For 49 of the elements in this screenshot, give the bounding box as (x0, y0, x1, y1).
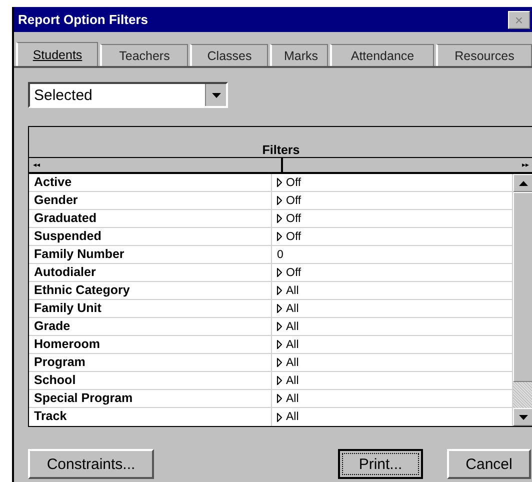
filter-name: Autodialer (29, 264, 272, 281)
filter-name: Track (29, 408, 272, 426)
filter-name: Family Number (29, 246, 272, 263)
filter-value[interactable]: Off (286, 176, 302, 188)
filter-value[interactable]: All (286, 302, 299, 314)
column-title: Filters (262, 143, 300, 157)
scroll-up-button[interactable] (513, 174, 532, 192)
window-title: Report Option Filters (18, 12, 148, 27)
filter-value[interactable]: All (286, 392, 299, 404)
filter-name: Family Unit (29, 300, 272, 317)
filter-name: Program (29, 354, 272, 371)
dialog-button[interactable]: Cancel (447, 449, 531, 479)
filter-value[interactable]: All (286, 338, 299, 350)
filter-value[interactable]: Off (286, 266, 302, 278)
filter-value[interactable]: All (286, 411, 299, 423)
dropdown-button[interactable] (205, 84, 226, 106)
filter-value[interactable]: Off (286, 230, 302, 242)
triangle-icon (277, 412, 282, 422)
filter-name: Ethnic Category (29, 282, 272, 299)
filter-value[interactable]: Off (286, 194, 302, 206)
dialog-button[interactable]: Print... (338, 449, 423, 479)
filter-name: School (29, 372, 272, 389)
filter-value[interactable]: Off (286, 212, 302, 224)
tab[interactable]: Marks (270, 44, 328, 66)
filter-value[interactable]: All (286, 284, 299, 296)
filter-value[interactable]: All (286, 374, 299, 386)
tab[interactable]: Attendance (330, 44, 434, 66)
scroll-thumb[interactable] (513, 192, 532, 382)
filter-name: Suspended (29, 228, 272, 245)
filter-value[interactable]: All (286, 320, 299, 332)
dialog-button[interactable]: Constraints... (28, 449, 154, 479)
filter-name: Gender (29, 192, 272, 209)
filter-value[interactable]: All (286, 356, 299, 368)
filter-name: Active (29, 174, 272, 191)
filter-name: Special Program (29, 390, 272, 407)
up-arrow-icon (518, 180, 528, 186)
tab[interactable]: Teachers (100, 44, 188, 66)
tab[interactable]: Students (16, 42, 98, 66)
tab[interactable]: Classes (190, 44, 268, 66)
scroll-down-button[interactable] (513, 408, 532, 426)
filter-value[interactable]: 0 (277, 248, 284, 260)
filter-name: Grade (29, 318, 272, 335)
down-arrow-icon (518, 414, 528, 420)
tab[interactable]: Resources (436, 44, 532, 66)
filter-name: Homeroom (29, 336, 272, 353)
caret-icon (212, 92, 220, 98)
selection-dropdown[interactable]: Selected (28, 82, 228, 108)
vertical-scrollbar[interactable] (512, 174, 532, 426)
filter-name: Graduated (29, 210, 272, 227)
